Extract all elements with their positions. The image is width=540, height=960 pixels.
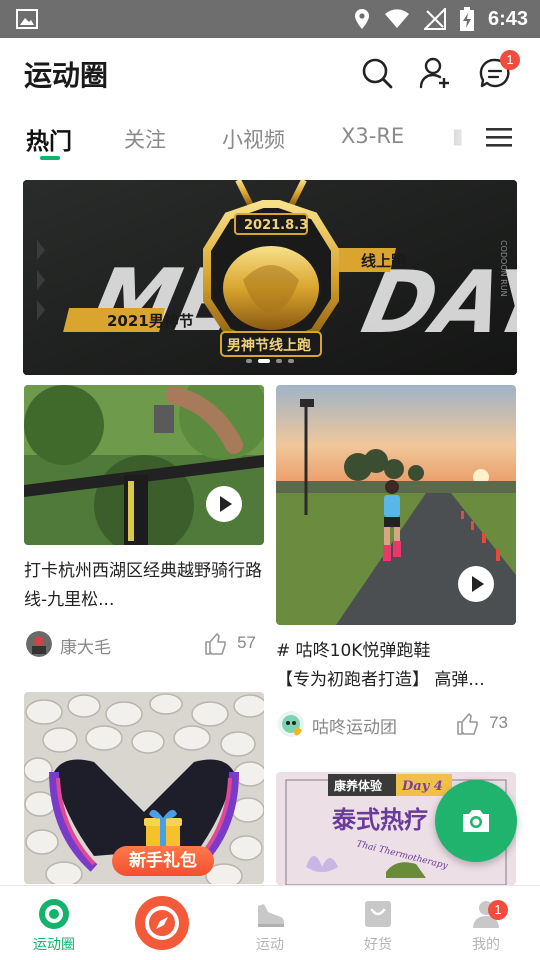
nav-goods[interactable]: 好货: [338, 886, 418, 960]
card-meta: 咕咚运动团 73: [276, 709, 516, 739]
like-count: 73: [489, 713, 508, 732]
nav-discover-button[interactable]: [135, 896, 189, 950]
sport-circle-icon: [39, 899, 69, 929]
play-icon[interactable]: [458, 566, 494, 602]
tab-fade: [440, 108, 480, 168]
feed-card-cycling[interactable]: 打卡杭州西湖区经典越野骑行路线-九里松... 康大毛 57: [24, 385, 264, 659]
banner-artwork: MEN DAY 2021男神节 线上跑 CODOON RUN 2021.8.3 …: [23, 180, 517, 375]
gift-box-icon: [144, 809, 182, 848]
banner-pagination: [23, 359, 517, 363]
card-thumbnail: [24, 385, 264, 545]
banner-tag-left: 2021男神节: [107, 312, 194, 330]
status-time: 6:43: [487, 7, 528, 30]
app-header: 运动圈 1: [0, 38, 540, 108]
status-bar: 6:43: [0, 0, 540, 38]
sneaker-icon: [258, 904, 284, 927]
nav-me[interactable]: 1 我的: [446, 886, 526, 960]
like-count: 57: [237, 633, 256, 652]
avatar[interactable]: [26, 631, 52, 657]
avatar[interactable]: [278, 711, 304, 737]
poster-day: Day 4: [401, 779, 443, 794]
banner-dot-active: [258, 359, 270, 363]
thumbs-up-icon[interactable]: [204, 632, 228, 656]
tab-following[interactable]: 关注: [124, 124, 166, 154]
add-friend-icon[interactable]: [418, 56, 452, 90]
no-signal-icon: [423, 8, 446, 30]
nav-sports[interactable]: 运动: [230, 886, 310, 960]
author-name[interactable]: 咕咚运动团: [312, 713, 397, 738]
thumbs-up-icon[interactable]: [456, 712, 480, 736]
banner-date: 2021.8.3: [244, 218, 308, 233]
banner-side-text: CODOON RUN: [499, 240, 508, 297]
menu-icon[interactable]: [486, 126, 512, 148]
poster-headline: 泰式热疗: [332, 805, 428, 834]
card-subtitle: 【专为初跑者打造】 高弹...: [276, 670, 485, 690]
bottom-navigation: 运动圈 运动 好货 1 我的: [0, 885, 540, 960]
page-title: 运动圈: [24, 59, 109, 92]
tab-x3-re[interactable]: X3-RE: [341, 124, 404, 148]
gift-label: 新手礼包: [112, 846, 214, 876]
banner-dot: [288, 359, 294, 363]
play-icon[interactable]: [206, 486, 242, 522]
tab-hot[interactable]: 热门: [26, 122, 72, 156]
image-notification-icon: [16, 9, 38, 29]
banner-dot: [246, 359, 252, 363]
compass-icon: [145, 906, 179, 940]
location-icon: [354, 9, 369, 29]
banner-tag-right: 线上跑: [361, 252, 406, 270]
card-thumbnail: [276, 385, 516, 625]
card-topic[interactable]: # 咕咚10K悦弹跑鞋: [276, 637, 516, 666]
tab-active-indicator: [40, 156, 60, 160]
feed-card-running-shoes[interactable]: # 咕咚10K悦弹跑鞋 【专为初跑者打造】 高弹... 咕咚运动团 73: [276, 385, 516, 739]
banner-tag-center: 男神节线上跑: [227, 337, 311, 354]
card-title: # 咕咚10K悦弹跑鞋 【专为初跑者打造】 高弹...: [276, 637, 516, 695]
search-icon[interactable]: [360, 56, 394, 90]
newbie-gift-pack[interactable]: 新手礼包: [112, 808, 214, 878]
card-title: 打卡杭州西湖区经典越野骑行路线-九里松...: [24, 561, 262, 610]
nav-label: 运动: [256, 937, 284, 953]
tab-short-video[interactable]: 小视频: [222, 124, 285, 154]
banner-dot: [276, 359, 282, 363]
nav-label: 好货: [364, 937, 392, 953]
message-badge: 1: [500, 50, 520, 70]
nav-label: 运动圈: [33, 937, 75, 953]
card-meta: 康大毛 57: [24, 629, 264, 659]
camera-post-button[interactable]: [435, 780, 517, 862]
promo-banner[interactable]: MEN DAY 2021男神节 线上跑 CODOON RUN 2021.8.3 …: [23, 180, 517, 375]
shop-icon: [365, 901, 391, 927]
feed-tabs: 热门 关注 小视频 X3-RE ▮: [0, 108, 540, 168]
poster-tag: 康养体验: [334, 778, 383, 793]
nav-label: 我的: [472, 937, 500, 953]
messages-button[interactable]: 1: [478, 50, 520, 90]
nav-sport-circle[interactable]: 运动圈: [14, 886, 94, 960]
profile-badge: 1: [488, 900, 508, 920]
battery-charging-icon: [459, 7, 474, 31]
camera-icon: [463, 810, 489, 832]
wifi-icon: [384, 9, 409, 28]
author-name[interactable]: 康大毛: [60, 633, 111, 658]
